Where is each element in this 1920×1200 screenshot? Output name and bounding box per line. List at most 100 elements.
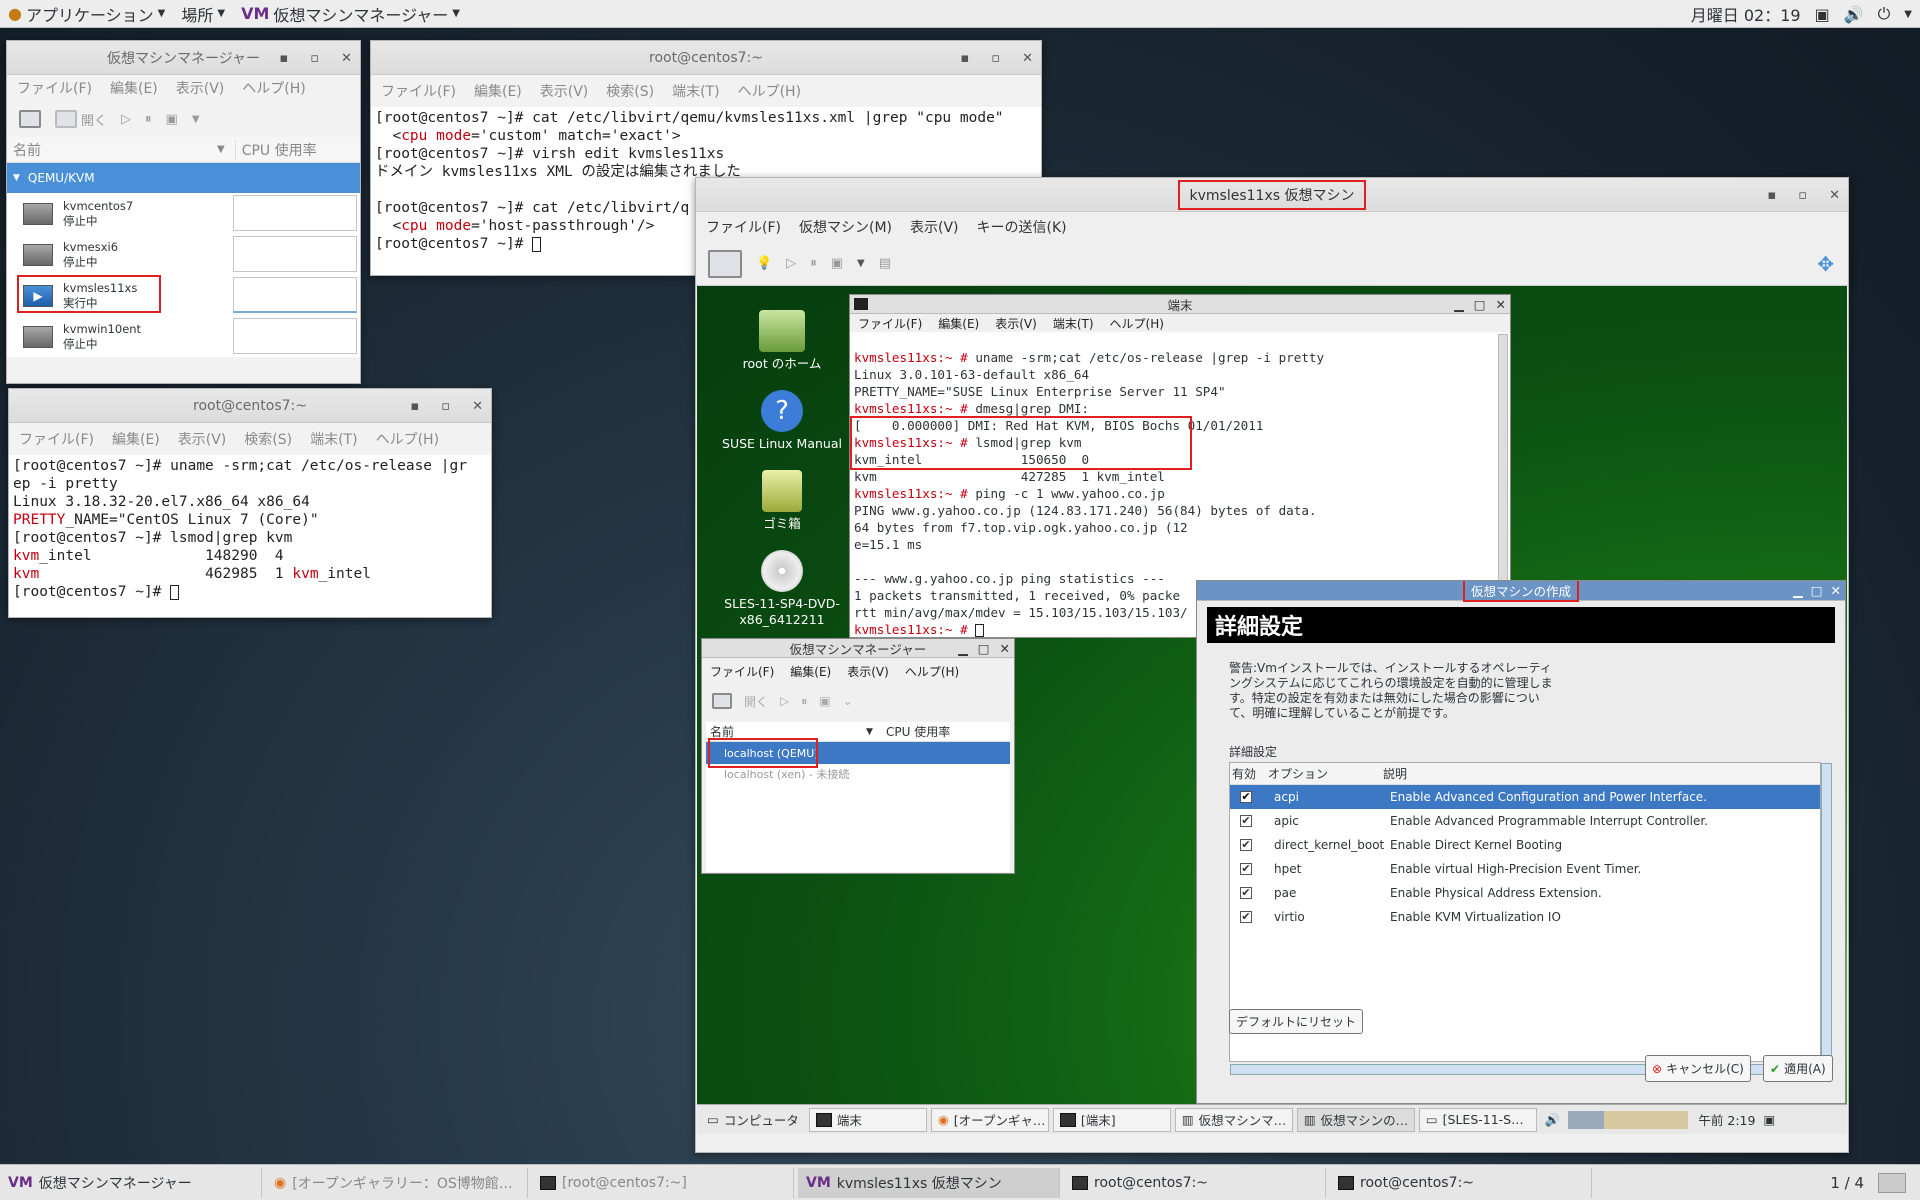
maximize-icon[interactable]: ▫ [441, 399, 450, 414]
reset-button[interactable]: デフォルトにリセット [1229, 1009, 1364, 1034]
guest-task-computer[interactable]: ▭ コンピュータ [701, 1108, 805, 1132]
chevron-down-icon[interactable]: ▼ [192, 114, 200, 125]
expander-icon[interactable]: ▼ [13, 173, 20, 183]
vm-console-titlebar[interactable]: kvmsles11xs 仮想マシン ▪ ▫ ✕ [696, 178, 1848, 212]
option-row[interactable]: ✔ acpi Enable Advanced Configuration and P… [1230, 785, 1820, 809]
maximize-icon[interactable]: ▫ [991, 51, 1000, 66]
menu-sendkey[interactable]: キーの送信(K) [977, 217, 1067, 237]
menu-help[interactable]: ヘルプ(H) [242, 78, 305, 98]
menu-view[interactable]: 表示(V) [176, 78, 225, 98]
checkbox[interactable]: ✔ [1240, 887, 1252, 899]
cancel-button[interactable]: ⊗ キャンセル(C) [1645, 1055, 1751, 1082]
menu-file[interactable]: ファイル(F) [858, 315, 922, 332]
run-icon[interactable]: ▷ [121, 112, 131, 127]
guest-task[interactable]: ▭ [SLES-11-S… [1418, 1107, 1537, 1132]
minimize-icon[interactable]: ▪ [410, 399, 419, 414]
clock[interactable]: 月曜日 02：19 [1691, 2, 1801, 26]
menu-edit[interactable]: 編集(E) [110, 78, 158, 98]
col-desc[interactable]: 説明 [1383, 765, 1407, 782]
window-list-item[interactable]: VM kvmsles11xs 仮想マシン [798, 1167, 1060, 1198]
menu-file[interactable]: ファイル(F) [710, 663, 774, 680]
checkbox[interactable]: ✔ [1240, 863, 1252, 875]
pause-icon[interactable]: ⏸ [801, 694, 807, 709]
option-row[interactable]: ✔ direct_kernel_boot Enable Direct Kernel … [1230, 833, 1820, 857]
tray-icons[interactable] [1568, 1110, 1689, 1129]
col-cpu[interactable]: CPU 使用率 [234, 139, 317, 160]
minimize-icon[interactable]: ▪ [279, 51, 288, 66]
col-enabled[interactable]: 有効 [1230, 765, 1268, 782]
details-bulb-icon[interactable]: 💡 [756, 256, 772, 271]
open-button[interactable]: 開く [744, 693, 768, 710]
menu-edit[interactable]: 編集(E) [112, 429, 160, 449]
vertical-scrollbar[interactable] [1821, 763, 1832, 1063]
guest-terminal-titlebar[interactable]: 端末 ▁ □ ✕ [850, 295, 1510, 314]
vmm-titlebar[interactable]: 仮想マシンマネージャー ▪ ▫ ✕ [7, 41, 360, 75]
window-list-item[interactable]: VM 仮想マシンマネージャー [0, 1167, 262, 1198]
minimize-icon[interactable]: ▁ [1454, 297, 1464, 312]
guest-task[interactable]: ▥ 仮想マシンマ… [1174, 1107, 1293, 1132]
menu-edit[interactable]: 編集(E) [474, 81, 522, 101]
chevron-down-icon[interactable]: ▼ [1904, 9, 1912, 20]
window-list-item[interactable]: [root@centos7:~] [532, 1167, 794, 1198]
vm-row[interactable]: kvmcentos7 停止中 [7, 193, 360, 234]
maximize-icon[interactable]: □ [978, 641, 990, 656]
chevron-down-icon[interactable]: ⌄ [843, 694, 853, 708]
guest-desktop[interactable]: root のホーム ? SUSE Linux Manual ゴミ箱 SLES-11… [697, 286, 1847, 1134]
guest-task[interactable]: ▥ 仮想マシンの… [1296, 1107, 1415, 1132]
shutdown-icon[interactable]: ▣ [166, 112, 178, 127]
menu-edit[interactable]: 編集(E) [938, 315, 979, 332]
vm-row[interactable]: kvmwin10ent 停止中 [7, 316, 360, 357]
applications-menu[interactable]: ● アプリケーション ▼ [0, 0, 173, 28]
checkbox[interactable]: ✔ [1240, 791, 1252, 803]
menu-search[interactable]: 検索(S) [606, 81, 654, 101]
menu-vm[interactable]: 仮想マシン(M) [799, 217, 892, 237]
col-option[interactable]: オプション [1268, 765, 1383, 782]
window-list-item[interactable]: ◉ [オープンギャラリー：OS博物館… [266, 1167, 528, 1198]
maximize-icon[interactable]: ▫ [1798, 188, 1807, 203]
terminal-output[interactable]: [root@centos7 ~]# uname -srm;cat /etc/os… [9, 455, 491, 617]
window-list-item[interactable]: root@centos7:~ [1064, 1167, 1326, 1198]
maximize-icon[interactable]: ▫ [310, 51, 319, 66]
close-icon[interactable]: ✕ [1496, 297, 1506, 312]
menu-search[interactable]: 検索(S) [244, 429, 292, 449]
guest-task[interactable]: [端末] [1052, 1107, 1171, 1132]
menu-terminal[interactable]: 端末(T) [310, 429, 357, 449]
run-icon[interactable]: ▷ [780, 694, 789, 708]
col-name[interactable]: 名前 [7, 140, 217, 160]
guest-clock[interactable]: 午前 2:19 [1698, 1110, 1755, 1129]
console-icon[interactable] [708, 249, 742, 278]
window-list-item[interactable]: root@centos7:~ [1330, 1167, 1592, 1198]
guest-task[interactable]: 端末 [808, 1107, 927, 1132]
desktop-dvd[interactable]: SLES-11-SP4-DVD-x86_6412211 [722, 550, 842, 628]
shutdown-icon[interactable]: ▣ [831, 256, 843, 271]
workspace-pager-icon[interactable] [1878, 1172, 1906, 1193]
vm-row[interactable]: kvmesxi6 停止中 [7, 234, 360, 275]
pause-icon[interactable]: ⏸ [810, 256, 817, 271]
checkbox[interactable]: ✔ [1240, 815, 1252, 827]
close-icon[interactable]: ✕ [341, 51, 352, 66]
run-icon[interactable]: ▷ [786, 256, 796, 271]
option-row[interactable]: ✔ hpet Enable virtual High-Precision Event… [1230, 857, 1820, 881]
group-qemu-kvm[interactable]: ▼ QEMU/KVM [7, 163, 360, 193]
chevron-down-icon[interactable]: ▼ [857, 258, 865, 269]
col-cpu[interactable]: CPU 使用率 [876, 723, 950, 740]
maximize-icon[interactable]: □ [1474, 297, 1486, 312]
minimize-icon[interactable]: ▁ [958, 641, 968, 656]
menu-file[interactable]: ファイル(F) [19, 429, 94, 449]
connection-row-qemu[interactable]: localhost (QEMU) [706, 738, 1010, 768]
menu-file[interactable]: ファイル(F) [17, 78, 92, 98]
pause-icon[interactable]: ⏸ [145, 112, 152, 127]
guest-task[interactable]: ◉ [オープンギャ… [930, 1107, 1049, 1132]
close-icon[interactable]: ✕ [1831, 583, 1841, 598]
workspace-pager[interactable]: 1 / 4 [1830, 1174, 1864, 1192]
desktop-trash[interactable]: ゴミ箱 [722, 470, 842, 532]
show-desktop-icon[interactable]: ▣ [1763, 1112, 1775, 1127]
menu-file[interactable]: ファイル(F) [381, 81, 456, 101]
checkbox[interactable]: ✔ [1240, 911, 1252, 923]
new-vm-icon[interactable] [712, 693, 732, 709]
menu-view[interactable]: 表示(V) [540, 81, 589, 101]
chevron-down-icon[interactable]: ▼ [866, 727, 876, 737]
fullscreen-icon[interactable]: ✥ [1817, 252, 1834, 276]
menu-view[interactable]: 表示(V) [910, 217, 959, 237]
guest-vmm-titlebar[interactable]: 仮想マシンマネージャー ▁ □ ✕ [702, 639, 1014, 658]
